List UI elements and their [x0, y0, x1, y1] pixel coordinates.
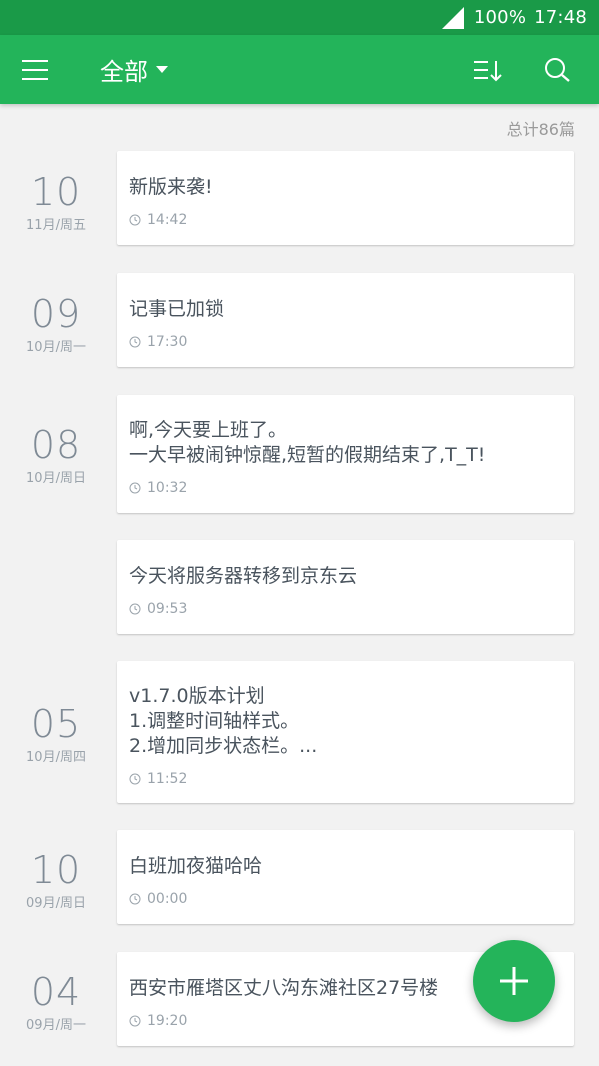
- date-label: 08 10月/周日: [8, 425, 104, 486]
- date-month-weekday: 11月/周五: [26, 218, 86, 233]
- date-month-weekday: 09月/周日: [26, 896, 86, 911]
- note-time: 14:42: [129, 212, 562, 228]
- note-time-text: 00:00: [147, 891, 188, 907]
- plus-icon: [500, 967, 528, 995]
- date-label: 10 11月/周五: [8, 172, 104, 233]
- date-month-weekday: 10月/周日: [26, 471, 86, 486]
- note-card[interactable]: 啊,今天要上班了。 一大早被闹钟惊醒,短暂的假期结束了,T_T! 10:32: [117, 395, 574, 513]
- note-time: 00:00: [129, 891, 562, 907]
- note-time-text: 11:52: [147, 771, 188, 787]
- note-time: 10:32: [129, 480, 562, 496]
- note-text: 白班加夜猫哈哈: [129, 855, 263, 877]
- date-day: 08: [30, 423, 82, 467]
- date-day: 10: [30, 170, 82, 214]
- note-card[interactable]: 今天将服务器转移到京东云 09:53: [117, 540, 574, 634]
- note-time-text: 14:42: [147, 212, 188, 228]
- date-month-weekday: 10月/周四: [26, 750, 86, 765]
- date-label: 09 10月/周一: [8, 294, 104, 355]
- date-month-weekday: 09月/周一: [26, 1018, 86, 1033]
- note-card[interactable]: v1.7.0版本计划 1.调整时间轴样式。 2.增加同步状态栏。... 11:5…: [117, 661, 574, 803]
- date-label: 10 09月/周日: [8, 850, 104, 911]
- clock-icon: [129, 482, 141, 494]
- note-time-text: 10:32: [147, 480, 188, 496]
- note-card[interactable]: 白班加夜猫哈哈 00:00: [117, 830, 574, 924]
- note-time-text: 09:53: [147, 601, 188, 617]
- date-day: 09: [30, 292, 82, 336]
- note-timeline: 10 11月/周五 新版来袭! 14:42 09 10月/周一 记事已加锁 17…: [0, 0, 599, 1066]
- date-label: 04 09月/周一: [8, 972, 104, 1033]
- note-time: 11:52: [129, 771, 562, 787]
- note-time-text: 19:20: [147, 1013, 188, 1029]
- note-text: 今天将服务器转移到京东云: [129, 565, 358, 587]
- note-time-text: 17:30: [147, 334, 188, 350]
- date-month-weekday: 10月/周一: [26, 340, 86, 355]
- note-text: 新版来袭!: [129, 176, 213, 198]
- clock-icon: [129, 336, 141, 348]
- note-card[interactable]: 新版来袭! 14:42: [117, 151, 574, 245]
- note-text: 记事已加锁: [129, 298, 225, 320]
- date-day: 05: [30, 702, 82, 746]
- note-time: 09:53: [129, 601, 562, 617]
- clock-icon: [129, 893, 141, 905]
- clock-icon: [129, 773, 141, 785]
- note-text: 啊,今天要上班了。 一大早被闹钟惊醒,短暂的假期结束了,T_T!: [129, 419, 486, 466]
- clock-icon: [129, 1015, 141, 1027]
- date-day: 10: [30, 848, 82, 892]
- date-day: 04: [30, 970, 82, 1014]
- clock-icon: [129, 214, 141, 226]
- note-card[interactable]: 记事已加锁 17:30: [117, 273, 574, 367]
- date-label: 05 10月/周四: [8, 704, 104, 765]
- note-time: 17:30: [129, 334, 562, 350]
- clock-icon: [129, 603, 141, 615]
- add-note-button[interactable]: [473, 940, 555, 1022]
- note-text: v1.7.0版本计划 1.调整时间轴样式。 2.增加同步状态栏。...: [129, 685, 318, 757]
